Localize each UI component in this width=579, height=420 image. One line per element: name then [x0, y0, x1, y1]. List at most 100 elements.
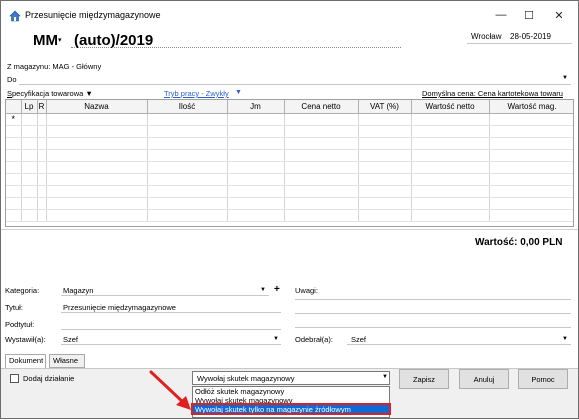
table-cell[interactable] — [411, 209, 490, 222]
table-cell[interactable] — [37, 209, 47, 222]
table-cell[interactable] — [489, 137, 573, 150]
table-cell[interactable] — [411, 173, 490, 186]
table-cell[interactable] — [21, 197, 38, 210]
table-cell[interactable] — [21, 125, 38, 138]
close-button[interactable]: ✕ — [545, 5, 573, 25]
table-cell[interactable] — [46, 173, 148, 186]
target-warehouse-select[interactable] — [19, 84, 571, 85]
tab-wlasne[interactable]: Własne — [49, 354, 85, 368]
table-cell[interactable] — [147, 137, 228, 150]
table-cell[interactable] — [358, 137, 412, 150]
table-cell[interactable] — [411, 197, 490, 210]
table-cell[interactable] — [46, 137, 148, 150]
title-field[interactable]: Przesunięcie międzymagazynowe — [63, 303, 176, 312]
table-cell[interactable] — [147, 185, 228, 198]
table-cell[interactable] — [6, 197, 22, 210]
table-row[interactable] — [6, 161, 573, 174]
spec-menu[interactable]: Specyfikacja towarowa ▼ — [7, 89, 93, 98]
column-header[interactable]: VAT (%) — [358, 100, 412, 114]
table-row[interactable] — [6, 125, 573, 138]
table-cell[interactable] — [411, 185, 490, 198]
table-cell[interactable] — [284, 173, 359, 186]
default-price-link[interactable]: Domyślna cena: Cena kartotekowa towaru — [422, 89, 563, 98]
minimize-button[interactable]: — — [487, 5, 515, 25]
title-bar[interactable]: Przesunięcie międzymagazynowe — ☐ ✕ — [1, 1, 578, 29]
table-cell[interactable] — [489, 125, 573, 138]
add-category-button[interactable]: + — [274, 284, 280, 295]
column-header[interactable]: Nazwa — [46, 100, 148, 114]
table-cell[interactable] — [37, 185, 47, 198]
work-mode-link[interactable]: Tryb pracy - Zwykły — [164, 89, 229, 98]
table-cell[interactable] — [284, 209, 359, 222]
date-field[interactable]: 28-05-2019 — [510, 32, 568, 41]
table-cell[interactable] — [358, 209, 412, 222]
notes-line-3[interactable] — [295, 327, 571, 328]
table-cell[interactable] — [227, 197, 285, 210]
document-type-selector[interactable]: MM — [33, 32, 58, 49]
table-cell[interactable] — [227, 125, 285, 138]
table-cell[interactable] — [489, 173, 573, 186]
table-cell[interactable] — [358, 197, 412, 210]
table-cell[interactable] — [227, 149, 285, 162]
table-cell[interactable] — [6, 137, 22, 150]
column-header[interactable]: Jm — [227, 100, 285, 114]
column-header[interactable]: Wartość netto — [411, 100, 490, 114]
table-cell[interactable] — [6, 185, 22, 198]
table-cell[interactable] — [227, 161, 285, 174]
chevron-down-icon[interactable]: ▼ — [562, 336, 568, 342]
table-cell[interactable] — [284, 125, 359, 138]
column-header[interactable]: Lp — [21, 100, 38, 114]
table-cell[interactable] — [37, 161, 47, 174]
table-row[interactable] — [6, 185, 573, 198]
table-cell[interactable] — [489, 161, 573, 174]
column-header[interactable]: R — [37, 100, 47, 114]
notes-line-2[interactable] — [295, 313, 571, 314]
help-button[interactable]: Pomoc — [518, 369, 568, 389]
chevron-down-icon[interactable]: ▾ — [58, 36, 62, 44]
table-cell[interactable] — [6, 209, 22, 222]
add-action-label[interactable]: Dodaj działanie — [23, 374, 74, 383]
column-header[interactable] — [6, 100, 22, 114]
table-cell[interactable] — [6, 173, 22, 186]
table-cell[interactable] — [6, 149, 22, 162]
table-cell[interactable] — [358, 149, 412, 162]
table-cell[interactable] — [147, 197, 228, 210]
table-cell[interactable] — [147, 161, 228, 174]
table-cell[interactable] — [489, 197, 573, 210]
table-row[interactable] — [6, 149, 573, 162]
table-cell[interactable] — [46, 209, 148, 222]
column-header[interactable]: Wartość mag. — [489, 100, 573, 114]
table-cell[interactable] — [284, 149, 359, 162]
table-cell[interactable] — [284, 161, 359, 174]
subtitle-field[interactable] — [61, 329, 281, 330]
table-row[interactable] — [6, 173, 573, 186]
table-cell[interactable] — [147, 209, 228, 222]
stock-effect-select[interactable]: Wywołaj skutek magazynowy — [192, 371, 390, 385]
table-cell[interactable] — [37, 137, 47, 150]
table-row[interactable] — [6, 197, 573, 210]
table-cell[interactable] — [147, 149, 228, 162]
table-cell[interactable] — [21, 161, 38, 174]
table-cell[interactable] — [284, 197, 359, 210]
cancel-button[interactable]: Anuluj — [459, 369, 509, 389]
tab-dokument[interactable]: Dokument — [5, 354, 46, 368]
table-cell[interactable] — [37, 125, 47, 138]
table-cell[interactable] — [147, 173, 228, 186]
table-cell[interactable] — [358, 173, 412, 186]
received-by-select[interactable]: Szef — [351, 335, 366, 344]
table-cell[interactable] — [227, 173, 285, 186]
notes-line-1[interactable] — [295, 299, 571, 300]
table-cell[interactable] — [411, 149, 490, 162]
table-cell[interactable] — [284, 137, 359, 150]
table-row[interactable]: * — [6, 113, 573, 126]
table-cell[interactable] — [46, 197, 148, 210]
table-cell[interactable] — [21, 137, 38, 150]
chevron-down-icon[interactable]: ▼ — [382, 374, 388, 380]
table-cell[interactable] — [46, 185, 148, 198]
maximize-button[interactable]: ☐ — [515, 5, 543, 25]
table-cell[interactable] — [21, 149, 38, 162]
table-cell[interactable] — [489, 209, 573, 222]
column-header[interactable]: Cena netto — [284, 100, 359, 114]
chevron-down-icon[interactable]: ▼ — [273, 336, 279, 342]
save-button[interactable]: Zapisz — [399, 369, 449, 389]
